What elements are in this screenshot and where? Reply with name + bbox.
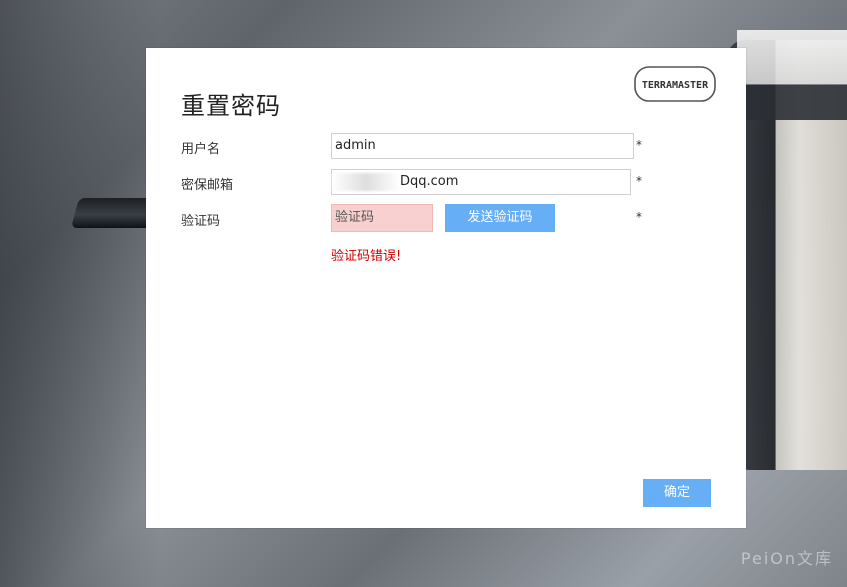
email-required-mark: * — [636, 174, 642, 188]
watermark: PeiOn文库 — [740, 549, 833, 568]
email-redaction — [332, 173, 400, 191]
email-label: 密保邮箱 — [181, 178, 234, 193]
background-book-top — [737, 30, 847, 120]
username-input[interactable]: admin — [331, 133, 634, 159]
confirm-button[interactable]: 确定 — [643, 479, 711, 507]
error-message: 验证码错误! — [331, 249, 402, 264]
username-required-mark: * — [636, 138, 642, 152]
reset-password-dialog: 重置密码 TERRAMASTER 用户名 admin * 密保邮箱 Dqq.co… — [146, 48, 746, 528]
terramaster-logo: TERRAMASTER — [634, 66, 716, 102]
dialog-title: 重置密码 — [181, 92, 281, 120]
verification-code-input[interactable]: 验证码 — [331, 204, 433, 232]
send-code-button[interactable]: 发送验证码 — [445, 204, 555, 232]
username-label: 用户名 — [181, 142, 221, 157]
code-required-mark: * — [636, 210, 642, 224]
code-label: 验证码 — [181, 214, 221, 229]
email-input[interactable]: Dqq.com — [331, 169, 631, 195]
background-shadow — [0, 0, 160, 587]
logo-text: TERRAMASTER — [642, 80, 709, 91]
email-value: Dqq.com — [400, 174, 459, 189]
